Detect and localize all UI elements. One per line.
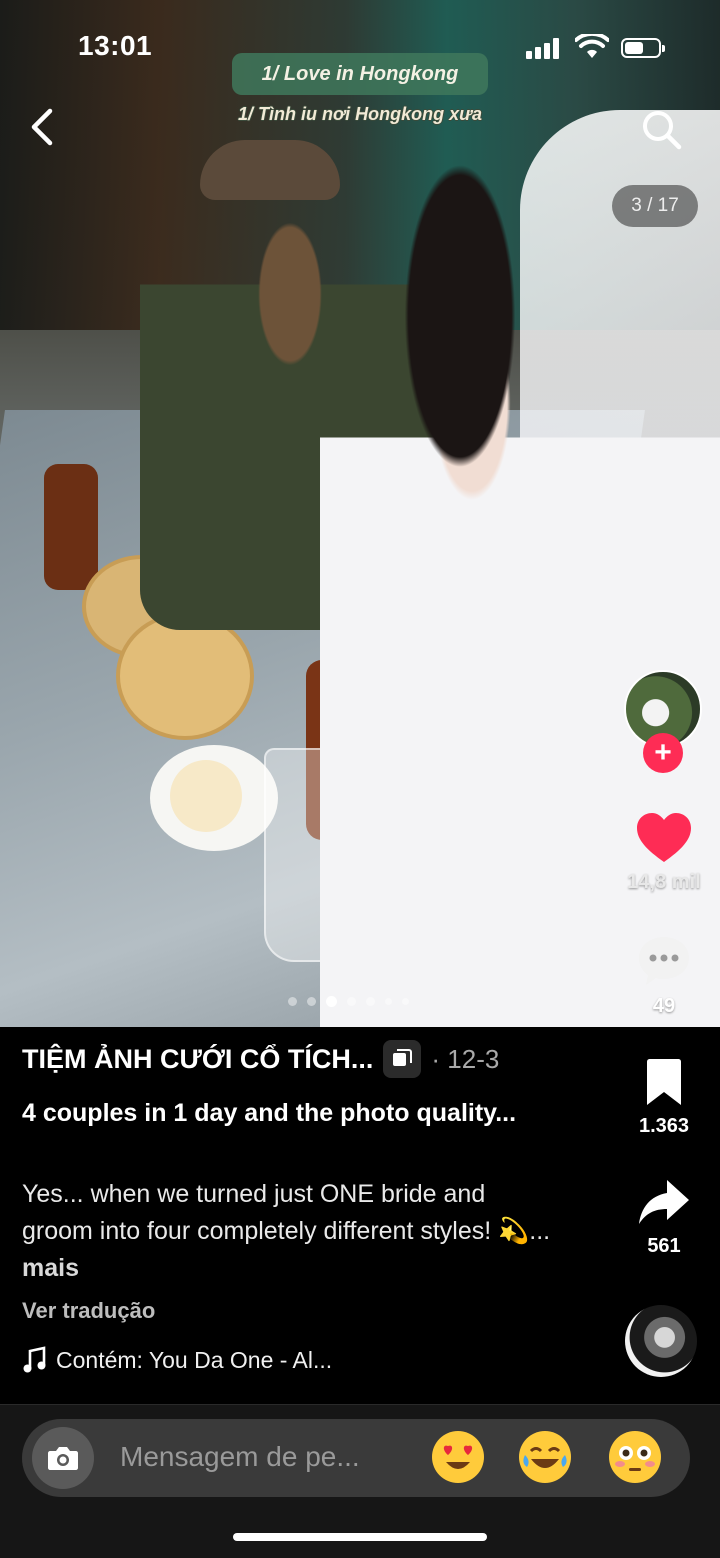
cellular-signal-icon [526,37,562,59]
author-name[interactable]: TIỆM ẢNH CƯỚI CỔ TÍCH... [22,1044,373,1075]
like-button[interactable]: 14,8 mil [614,812,714,894]
plus-icon: + [654,736,672,769]
carousel-photo[interactable] [0,0,720,1027]
camera-button[interactable] [32,1427,94,1489]
photo-counter-badge: 3 / 17 [612,185,698,227]
message-bar: Mensagem de pe... [0,1404,720,1558]
share-arrow-icon [639,1180,689,1224]
slide-title-pill: 1/ Love in Hongkong [232,53,488,95]
share-count: 561 [647,1235,681,1257]
music-row[interactable]: Contém: You Da One - Al... [22,1346,332,1374]
like-count: 14,8 mil [627,871,701,893]
battery-icon [621,38,665,58]
heart-icon [637,813,691,862]
photo-bun [170,760,242,832]
post-description-text: Yes... when we turned just ONE bride and… [22,1180,551,1245]
carousel-dot-active[interactable] [326,995,337,1007]
carousel-dot[interactable] [385,997,392,1005]
see-translation-link[interactable]: Ver tradução [22,1298,155,1324]
post-description[interactable]: Yes... when we turned just ONE bride and… [22,1176,552,1287]
photo-counter-text: 3 / 17 [631,195,679,216]
camera-icon [48,1447,78,1470]
carousel-dot[interactable] [288,996,297,1006]
carousel-dots[interactable] [288,995,409,1007]
slide-subtitle: 1/ Tình iu nơi Hongkong xưa [238,104,482,124]
status-time: 13:01 [78,30,153,61]
search-icon[interactable] [640,108,682,150]
carousel-dot[interactable] [347,996,356,1006]
tears-of-joy-emoji-icon[interactable] [519,1431,571,1483]
flushed-emoji-icon[interactable] [609,1431,661,1483]
photo-groom-cap [200,140,340,200]
message-input-container[interactable]: Mensagem de pe... [22,1419,690,1497]
photo-bride [320,160,720,1027]
music-title: Contém: You Da One - Al... [56,1346,333,1373]
bookmark-count: 1.363 [638,1115,690,1137]
post-headline: 4 couples in 1 day and the photo quality… [22,1099,517,1127]
carousel-dot[interactable] [307,996,316,1006]
author-row[interactable]: TIỆM ẢNH CƯỚI CỔ TÍCH... · 12-3 [22,1040,499,1078]
photo-dimsum-steamer [116,612,254,740]
message-input[interactable]: Mensagem de pe... [120,1441,360,1473]
see-more-link[interactable]: mais [22,1254,79,1282]
bookmark-button[interactable]: 1.363 [614,1058,714,1138]
comment-button[interactable]: 49 [614,934,714,1018]
comment-count: 49 [652,995,676,1017]
bookmark-icon [647,1059,681,1105]
photo-mode-chip [383,1040,422,1078]
home-indicator [233,1533,487,1541]
back-chevron-icon[interactable] [26,108,60,146]
slide-title: 1/ Love in Hongkong [261,62,459,85]
carousel-dot[interactable] [402,997,409,1005]
heart-eyes-emoji-icon[interactable] [432,1431,484,1483]
music-disc-avatar[interactable] [625,1305,697,1377]
share-button[interactable]: 561 [614,1178,714,1258]
comment-bubble-icon [639,937,689,985]
post-date: · 12-3 [431,1043,500,1074]
photo-stack-icon [393,1049,413,1066]
follow-plus-button[interactable]: + [643,733,683,773]
carousel-dot[interactable] [366,996,375,1006]
wifi-icon [575,34,609,58]
music-note-icon [23,1346,46,1373]
photo-sauce-bottle [44,464,98,590]
